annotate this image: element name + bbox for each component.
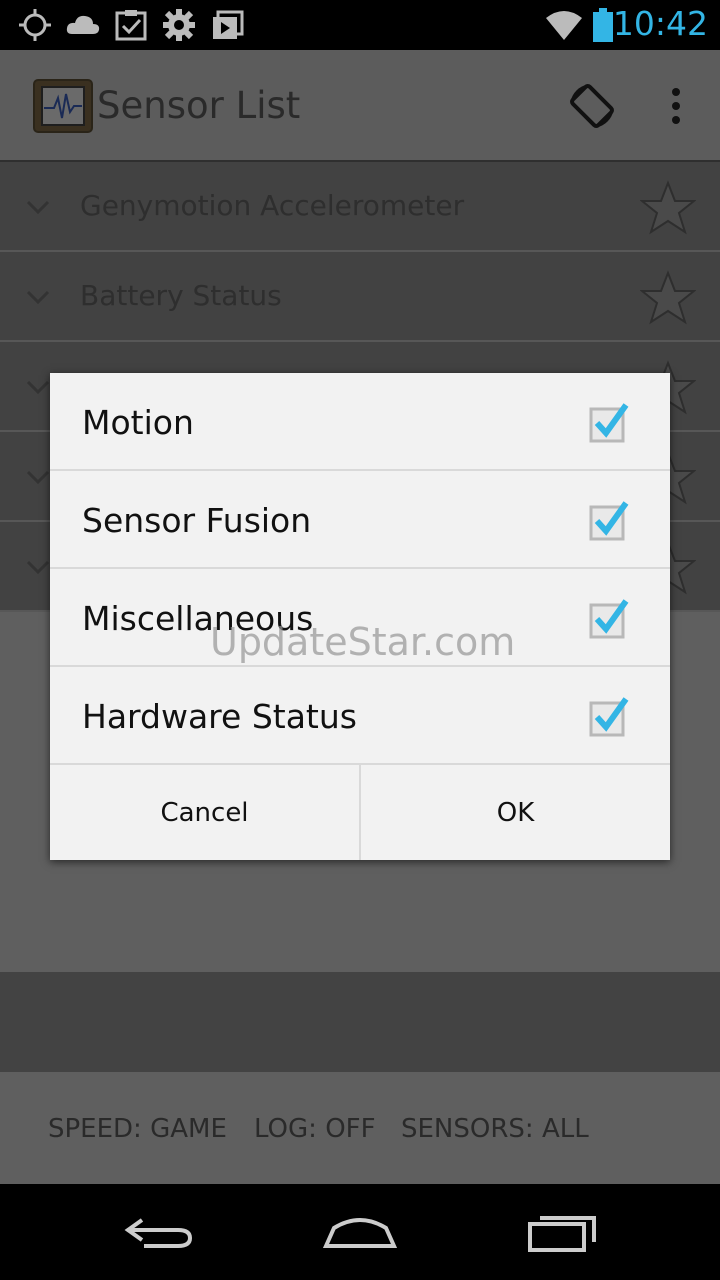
sensors-status[interactable]: SENSORS: ALL <box>401 1114 589 1144</box>
checkbox-checked-icon[interactable] <box>588 597 630 639</box>
star-icon[interactable] <box>640 180 696 236</box>
dialog-option-hardware-status[interactable]: Hardware Status <box>50 667 670 765</box>
photo-stack-icon <box>213 10 244 39</box>
back-icon[interactable] <box>120 1208 200 1256</box>
status-time: 10:42 <box>612 4 708 43</box>
battery-icon <box>593 8 613 42</box>
chevron-down-icon <box>26 470 50 485</box>
wifi-icon <box>546 11 582 40</box>
clipboard-check-icon <box>115 10 147 41</box>
status-footer: SPEED: GAME LOG: OFF SENSORS: ALL <box>0 1072 720 1184</box>
gps-icon <box>19 9 51 41</box>
checkbox-checked-icon[interactable] <box>588 499 630 541</box>
dialog-button-bar: Cancel OK <box>50 765 670 860</box>
cancel-button[interactable]: Cancel <box>50 765 359 860</box>
dialog-option-motion[interactable]: Motion <box>50 373 670 471</box>
list-item-label: Battery Status <box>80 279 282 312</box>
option-label: Sensor Fusion <box>82 501 312 540</box>
status-bar: 10:42 <box>0 0 720 50</box>
home-icon[interactable] <box>320 1208 400 1256</box>
chevron-down-icon <box>26 560 50 575</box>
category-filter-dialog: Motion Sensor Fusion Miscellaneous Hardw… <box>50 373 670 860</box>
app-icon <box>33 79 93 133</box>
overflow-menu-icon[interactable] <box>660 84 692 132</box>
app-title: Sensor List <box>97 84 301 127</box>
list-item[interactable]: Battery Status <box>0 252 720 342</box>
dialog-option-sensor-fusion[interactable]: Sensor Fusion <box>50 471 670 569</box>
gear-icon <box>163 9 195 41</box>
option-label: Motion <box>82 403 194 442</box>
screen-rotate-icon[interactable] <box>566 80 618 132</box>
checkbox-checked-icon[interactable] <box>588 695 630 737</box>
log-status[interactable]: LOG: OFF <box>254 1114 376 1144</box>
list-item-label: Genymotion Accelerometer <box>80 189 465 222</box>
star-icon[interactable] <box>640 270 696 326</box>
ok-button[interactable]: OK <box>359 765 670 860</box>
content-lower-band <box>0 972 720 1072</box>
list-item[interactable]: Genymotion Accelerometer <box>0 162 720 252</box>
checkbox-checked-icon[interactable] <box>588 401 630 443</box>
dialog-option-miscellaneous[interactable]: Miscellaneous <box>50 569 670 667</box>
speed-status[interactable]: SPEED: GAME <box>48 1114 227 1144</box>
recent-apps-icon[interactable] <box>522 1208 602 1256</box>
option-label: Miscellaneous <box>82 599 314 638</box>
chevron-down-icon <box>26 200 50 215</box>
action-bar: Sensor List <box>0 50 720 162</box>
navigation-bar <box>0 1184 720 1280</box>
chevron-down-icon <box>26 380 50 395</box>
chevron-down-icon <box>26 290 50 305</box>
option-label: Hardware Status <box>82 697 357 736</box>
cloud-icon <box>66 15 100 34</box>
